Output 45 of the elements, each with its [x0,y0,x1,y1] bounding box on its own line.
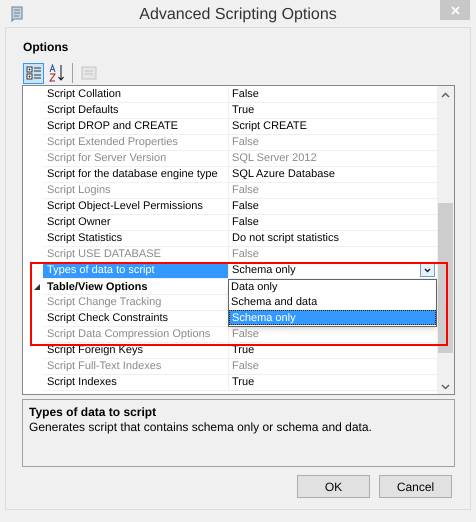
dialog-button[interactable]: OK [297,475,370,498]
property-value: SQL Server 2012 [231,151,317,166]
window-title: Advanced Scripting Options [138,5,338,25]
scroll-up-icon[interactable] [441,92,450,98]
property-name[interactable]: Script Indexes [43,375,229,391]
property-value: Do not script statistics [231,231,339,246]
property-value: False [231,199,259,214]
collapse-icon[interactable] [34,284,40,290]
property-value: Schema only [231,263,296,278]
property-name[interactable]: Script for the database engine type [43,167,229,183]
property-value: True [231,103,254,118]
toolbar-button[interactable] [46,62,67,84]
property-pages-icon [80,66,96,80]
property-value: False [231,215,259,230]
dropdown-button[interactable] [420,263,435,277]
property-value: False [231,183,259,198]
property-name[interactable]: Script Statistics [43,231,229,247]
scroll-down-icon[interactable] [441,384,450,390]
sort-icon [48,64,64,82]
section-label: Options [23,39,70,54]
property-value: False [231,87,259,102]
property-value: False [231,359,259,374]
property-name[interactable]: Script Defaults [43,103,229,119]
property-name[interactable]: Script Owner [43,215,229,231]
property-name[interactable]: Script Object-Level Permissions [43,199,229,215]
property-name[interactable]: Script Foreign Keys [43,343,229,359]
scrollbar[interactable] [437,86,454,394]
description-title: Types of data to script [29,404,158,418]
description-text: Generates script that contains schema only or schema and data. [29,419,373,433]
property-name[interactable]: Script Collation [43,87,229,103]
dropdown-option[interactable]: Data only [229,280,436,295]
close-icon [450,6,460,14]
property-value: SQL Azure Database [231,167,335,182]
property-value: False [231,327,259,342]
dialog-button[interactable]: Cancel [379,475,452,498]
scroll-thumb[interactable] [438,203,453,353]
property-value: Script CREATE [231,119,307,134]
property-value: False [231,135,259,150]
toolbar-button[interactable] [23,62,44,84]
property-name[interactable]: Script DROP and CREATE [43,119,229,135]
property-value: True [231,375,254,390]
categorized-icon [26,65,42,81]
property-value: False [231,247,259,262]
caret-icon [424,268,431,272]
dropdown-option[interactable]: Schema and data [229,295,436,310]
